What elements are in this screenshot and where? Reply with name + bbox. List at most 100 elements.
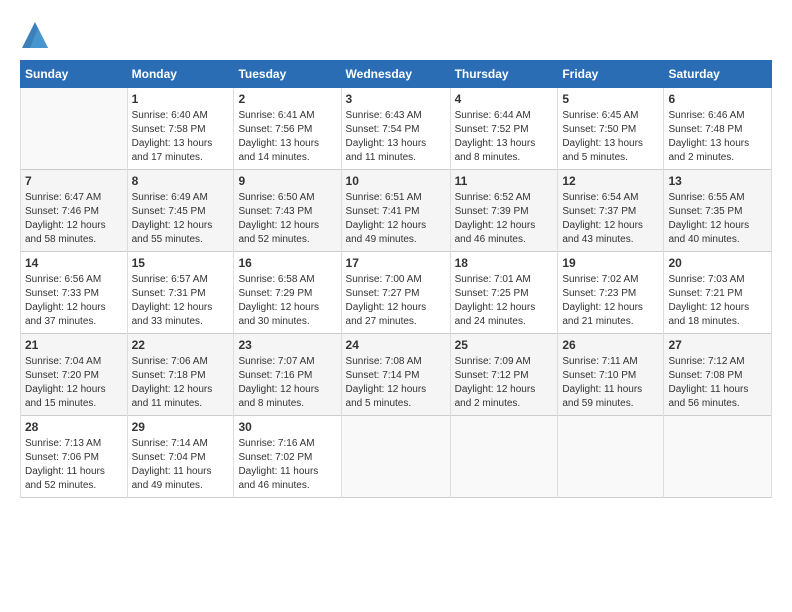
calendar-header: SundayMondayTuesdayWednesdayThursdayFrid…	[21, 61, 772, 88]
day-info: Sunrise: 7:13 AMSunset: 7:06 PMDaylight:…	[25, 437, 123, 493]
week-row-0: 1 Sunrise: 6:40 AMSunset: 7:58 PMDaylight…	[21, 88, 772, 170]
day-number: 28	[25, 420, 123, 434]
calendar-table: SundayMondayTuesdayWednesdayThursdayFrid…	[20, 60, 772, 498]
day-info: Sunrise: 6:58 AMSunset: 7:29 PMDaylight:…	[238, 273, 336, 329]
day-number: 20	[668, 256, 767, 270]
calendar-cell: 5 Sunrise: 6:45 AMSunset: 7:50 PMDaylight…	[558, 88, 664, 170]
day-number: 9	[238, 174, 336, 188]
day-number: 4	[455, 92, 554, 106]
day-info: Sunrise: 7:01 AMSunset: 7:25 PMDaylight:…	[455, 273, 554, 329]
day-info: Sunrise: 7:07 AMSunset: 7:16 PMDaylight:…	[238, 355, 336, 411]
day-info: Sunrise: 7:04 AMSunset: 7:20 PMDaylight:…	[25, 355, 123, 411]
day-info: Sunrise: 6:57 AMSunset: 7:31 PMDaylight:…	[132, 273, 230, 329]
calendar-cell: 28 Sunrise: 7:13 AMSunset: 7:06 PMDayligh…	[21, 416, 128, 498]
day-info: Sunrise: 6:45 AMSunset: 7:50 PMDaylight:…	[562, 109, 659, 165]
week-row-1: 7 Sunrise: 6:47 AMSunset: 7:46 PMDaylight…	[21, 170, 772, 252]
day-number: 25	[455, 338, 554, 352]
day-number: 10	[346, 174, 446, 188]
calendar-cell: 24Sunrise: 7:08 AMSunset: 7:14 PMDayligh…	[341, 334, 450, 416]
logo-icon	[20, 20, 50, 50]
calendar-cell: 18 Sunrise: 7:01 AMSunset: 7:25 PMDayligh…	[450, 252, 558, 334]
day-info: Sunrise: 6:54 AMSunset: 7:37 PMDaylight:…	[562, 191, 659, 247]
calendar-cell: 23 Sunrise: 7:07 AMSunset: 7:16 PMDayligh…	[234, 334, 341, 416]
header-monday: Monday	[127, 61, 234, 88]
calendar-cell: 14 Sunrise: 6:56 AMSunset: 7:33 PMDayligh…	[21, 252, 128, 334]
calendar-cell: 7 Sunrise: 6:47 AMSunset: 7:46 PMDaylight…	[21, 170, 128, 252]
day-number: 29	[132, 420, 230, 434]
day-info: Sunrise: 6:52 AMSunset: 7:39 PMDaylight:…	[455, 191, 554, 247]
day-info: Sunrise: 7:02 AMSunset: 7:23 PMDaylight:…	[562, 273, 659, 329]
page-header	[20, 20, 772, 50]
day-info: Sunrise: 6:50 AMSunset: 7:43 PMDaylight:…	[238, 191, 336, 247]
day-info: Sunrise: 6:44 AMSunset: 7:52 PMDaylight:…	[455, 109, 554, 165]
header-thursday: Thursday	[450, 61, 558, 88]
calendar-cell	[21, 88, 128, 170]
calendar-cell: 3Sunrise: 6:43 AMSunset: 7:54 PMDaylight…	[341, 88, 450, 170]
logo	[20, 20, 54, 50]
day-number: 11	[455, 174, 554, 188]
day-number: 8	[132, 174, 230, 188]
day-number: 26	[562, 338, 659, 352]
calendar-cell: 2Sunrise: 6:41 AMSunset: 7:56 PMDaylight…	[234, 88, 341, 170]
day-info: Sunrise: 7:09 AMSunset: 7:12 PMDaylight:…	[455, 355, 554, 411]
day-number: 30	[238, 420, 336, 434]
day-number: 22	[132, 338, 230, 352]
day-info: Sunrise: 6:46 AMSunset: 7:48 PMDaylight:…	[668, 109, 767, 165]
day-info: Sunrise: 6:40 AMSunset: 7:58 PMDaylight:…	[132, 109, 230, 165]
day-number: 19	[562, 256, 659, 270]
day-number: 14	[25, 256, 123, 270]
day-number: 6	[668, 92, 767, 106]
day-number: 13	[668, 174, 767, 188]
calendar-cell	[558, 416, 664, 498]
day-info: Sunrise: 7:14 AMSunset: 7:04 PMDaylight:…	[132, 437, 230, 493]
day-info: Sunrise: 6:49 AMSunset: 7:45 PMDaylight:…	[132, 191, 230, 247]
calendar-cell	[664, 416, 772, 498]
calendar-cell: 10 Sunrise: 6:51 AMSunset: 7:41 PMDayligh…	[341, 170, 450, 252]
calendar-cell: 16 Sunrise: 6:58 AMSunset: 7:29 PMDayligh…	[234, 252, 341, 334]
day-number: 16	[238, 256, 336, 270]
calendar-cell: 17Sunrise: 7:00 AMSunset: 7:27 PMDayligh…	[341, 252, 450, 334]
calendar-cell: 12 Sunrise: 6:54 AMSunset: 7:37 PMDayligh…	[558, 170, 664, 252]
day-number: 7	[25, 174, 123, 188]
day-number: 15	[132, 256, 230, 270]
calendar-cell: 20 Sunrise: 7:03 AMSunset: 7:21 PMDayligh…	[664, 252, 772, 334]
calendar-cell: 6 Sunrise: 6:46 AMSunset: 7:48 PMDaylight…	[664, 88, 772, 170]
calendar-cell: 19 Sunrise: 7:02 AMSunset: 7:23 PMDayligh…	[558, 252, 664, 334]
day-number: 1	[132, 92, 230, 106]
day-info: Sunrise: 7:03 AMSunset: 7:21 PMDaylight:…	[668, 273, 767, 329]
calendar-cell: 21 Sunrise: 7:04 AMSunset: 7:20 PMDayligh…	[21, 334, 128, 416]
calendar-cell: 13 Sunrise: 6:55 AMSunset: 7:35 PMDayligh…	[664, 170, 772, 252]
day-info: Sunrise: 7:06 AMSunset: 7:18 PMDaylight:…	[132, 355, 230, 411]
day-info: Sunrise: 6:51 AMSunset: 7:41 PMDaylight:…	[346, 191, 446, 247]
calendar-body: 1 Sunrise: 6:40 AMSunset: 7:58 PMDaylight…	[21, 88, 772, 498]
calendar-cell: 11 Sunrise: 6:52 AMSunset: 7:39 PMDayligh…	[450, 170, 558, 252]
day-number: 24	[346, 338, 446, 352]
calendar-cell: 25 Sunrise: 7:09 AMSunset: 7:12 PMDayligh…	[450, 334, 558, 416]
day-number: 2	[238, 92, 336, 106]
day-info: Sunrise: 6:55 AMSunset: 7:35 PMDaylight:…	[668, 191, 767, 247]
calendar-cell: 27Sunrise: 7:12 AMSunset: 7:08 PMDayligh…	[664, 334, 772, 416]
calendar-cell: 15 Sunrise: 6:57 AMSunset: 7:31 PMDayligh…	[127, 252, 234, 334]
day-number: 21	[25, 338, 123, 352]
calendar-cell: 9 Sunrise: 6:50 AMSunset: 7:43 PMDaylight…	[234, 170, 341, 252]
day-info: Sunrise: 7:00 AMSunset: 7:27 PMDaylight:…	[346, 273, 446, 329]
week-row-4: 28 Sunrise: 7:13 AMSunset: 7:06 PMDayligh…	[21, 416, 772, 498]
calendar-cell	[450, 416, 558, 498]
day-info: Sunrise: 6:47 AMSunset: 7:46 PMDaylight:…	[25, 191, 123, 247]
header-saturday: Saturday	[664, 61, 772, 88]
week-row-3: 21 Sunrise: 7:04 AMSunset: 7:20 PMDayligh…	[21, 334, 772, 416]
day-info: Sunrise: 6:56 AMSunset: 7:33 PMDaylight:…	[25, 273, 123, 329]
calendar-cell: 8 Sunrise: 6:49 AMSunset: 7:45 PMDaylight…	[127, 170, 234, 252]
header-wednesday: Wednesday	[341, 61, 450, 88]
calendar-cell: 26Sunrise: 7:11 AMSunset: 7:10 PMDayligh…	[558, 334, 664, 416]
day-info: Sunrise: 7:16 AMSunset: 7:02 PMDaylight:…	[238, 437, 336, 493]
day-number: 18	[455, 256, 554, 270]
day-number: 23	[238, 338, 336, 352]
calendar-cell: 29 Sunrise: 7:14 AMSunset: 7:04 PMDayligh…	[127, 416, 234, 498]
day-number: 5	[562, 92, 659, 106]
calendar-cell	[341, 416, 450, 498]
day-info: Sunrise: 6:43 AMSunset: 7:54 PMDaylight:…	[346, 109, 446, 165]
calendar-cell: 30 Sunrise: 7:16 AMSunset: 7:02 PMDayligh…	[234, 416, 341, 498]
day-number: 12	[562, 174, 659, 188]
week-row-2: 14 Sunrise: 6:56 AMSunset: 7:33 PMDayligh…	[21, 252, 772, 334]
